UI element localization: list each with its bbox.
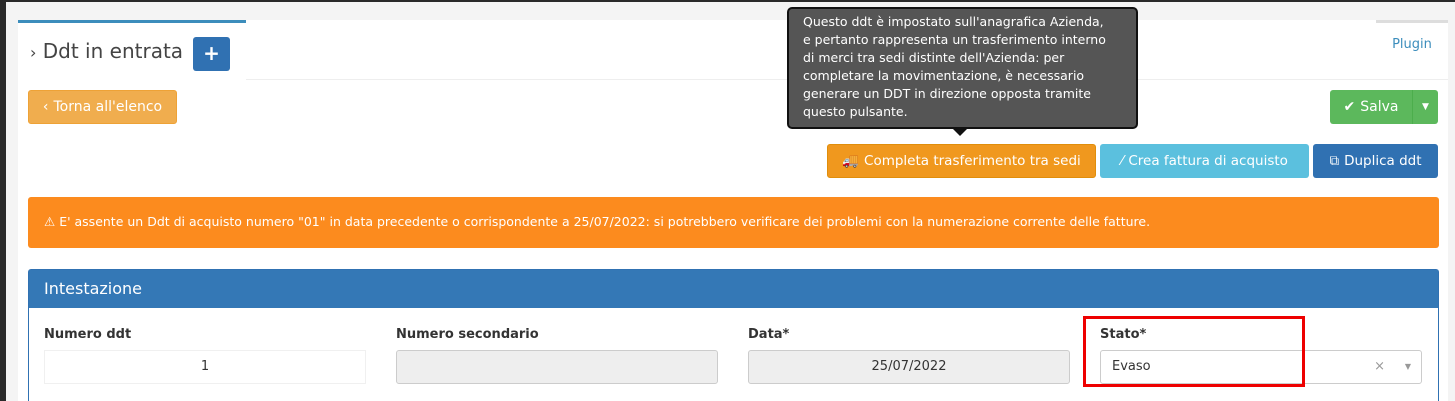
panel-title: Intestazione [29, 270, 1438, 308]
complete-transfer-button[interactable]: 🚚 Completa trasferimento tra sedi [827, 144, 1096, 178]
data-input[interactable]: 25/07/2022 [748, 350, 1070, 384]
window-border [0, 0, 1455, 2]
page-title-text: Ddt in entrata [42, 39, 184, 63]
save-button[interactable]: ✔ Salva [1330, 90, 1412, 124]
highlight-box [1083, 316, 1305, 387]
clear-icon[interactable]: × [1374, 351, 1385, 383]
save-label: Salva [1360, 99, 1399, 115]
save-dropdown-toggle[interactable]: ▼ [1412, 90, 1438, 124]
tab-ddt-in-entrata[interactable]: › Ddt in entrata + [18, 20, 246, 81]
caret-down-icon: ▼ [1422, 102, 1429, 112]
chevron-right-icon: › [30, 43, 37, 62]
field-label: Data* [748, 327, 790, 342]
warning-icon: ⚠ [44, 214, 56, 229]
check-icon: ✔ [1343, 99, 1356, 115]
magic-wand-icon: ⁄ [1121, 153, 1124, 169]
tooltip-line: questo pulsante. [803, 104, 908, 119]
tooltip-line: di merci tra sedi distinte dell'Azienda:… [803, 50, 1065, 65]
tooltip-line: completare la movimentazione, è necessar… [803, 68, 1085, 83]
back-label: Torna all'elenco [53, 99, 163, 115]
create-invoice-label: Crea fattura di acquisto [1128, 153, 1288, 169]
field-label: Numero secondario [396, 327, 539, 342]
tooltip-line: generare un DDT in direzione opposta tra… [803, 86, 1091, 101]
copy-icon: ⧉ [1329, 153, 1340, 169]
caret-down-icon: ▼ [1404, 362, 1411, 371]
tooltip-line: e pertanto rappresenta un trasferimento … [803, 32, 1106, 47]
complete-transfer-label: Completa trasferimento tra sedi [864, 153, 1081, 169]
chevron-left-icon: ‹ [42, 99, 49, 115]
numero-secondario-input[interactable] [396, 350, 718, 384]
numero-ddt-input[interactable]: 1 [44, 350, 366, 384]
tab-plugin[interactable]: Plugin [1376, 20, 1448, 79]
warning-alert: ⚠ E' assente un Ddt di acquisto numero "… [28, 197, 1439, 248]
tooltip: Questo ddt è impostato sull'anagrafica A… [787, 7, 1138, 136]
alert-text: E' assente un Ddt di acquisto numero "01… [59, 214, 1151, 229]
field-label: Numero ddt [44, 327, 132, 342]
add-button[interactable]: + [193, 37, 230, 71]
truck-icon: 🚚 [842, 153, 860, 169]
tooltip-line: Questo ddt è impostato sull'anagrafica A… [803, 14, 1104, 29]
duplicate-button[interactable]: ⧉ Duplica ddt [1313, 144, 1438, 178]
duplicate-label: Duplica ddt [1344, 153, 1422, 169]
back-button[interactable]: ‹ Torna all'elenco [28, 90, 177, 124]
page-title: › Ddt in entrata [30, 39, 183, 63]
create-invoice-button[interactable]: ⁄ Crea fattura di acquisto [1100, 144, 1309, 178]
window-border [0, 0, 6, 401]
